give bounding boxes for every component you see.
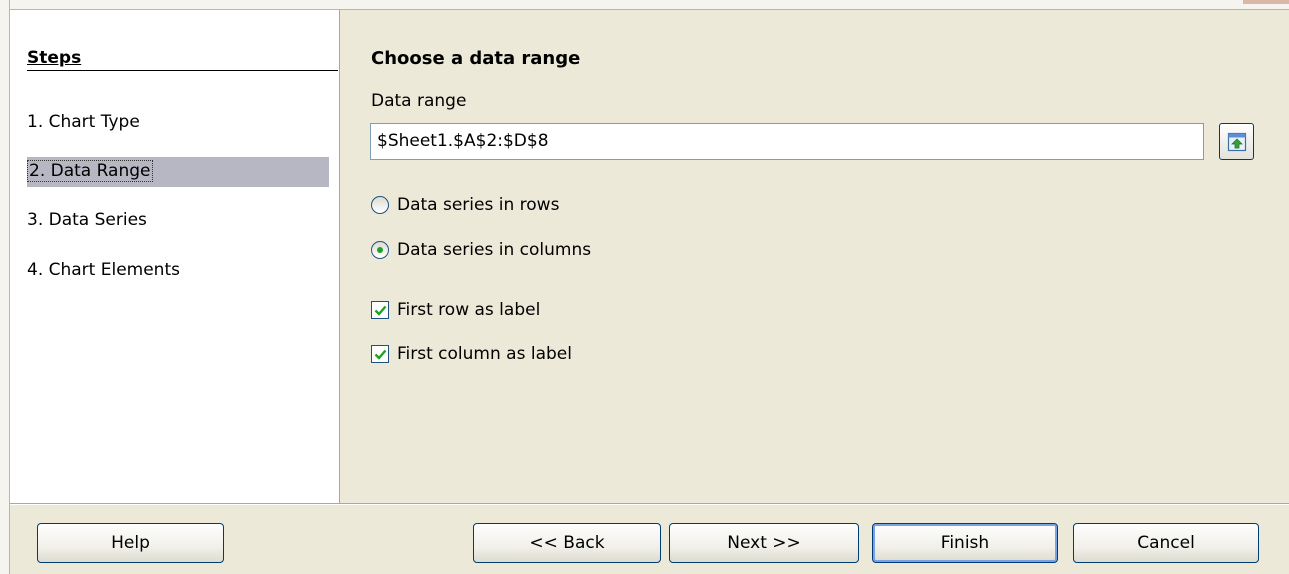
- step-chart-type[interactable]: 1. Chart Type: [27, 112, 140, 132]
- step-label: 3. Data Series: [27, 210, 147, 230]
- step-label: 1. Chart Type: [27, 112, 140, 132]
- first-column-label-option[interactable]: First column as label: [371, 344, 572, 364]
- next-button[interactable]: Next >>: [669, 523, 859, 563]
- step-label: 2. Data Range: [27, 160, 153, 182]
- finish-button[interactable]: Finish: [872, 523, 1058, 563]
- first-column-label: First column as label: [397, 344, 572, 364]
- data-range-panel: Choose a data range Data range $Sheet1.$…: [341, 10, 1289, 503]
- radio-rows[interactable]: [371, 196, 389, 214]
- chart-wizard-dialog: Steps 1. Chart Type 2. Data Range 3. Dat…: [0, 0, 1289, 574]
- first-column-checkbox[interactable]: [371, 345, 389, 363]
- radio-rows-label: Data series in rows: [397, 195, 560, 215]
- checkmark-icon: [374, 349, 386, 360]
- radio-rows-option[interactable]: Data series in rows: [371, 195, 559, 215]
- panel-heading: Choose a data range: [371, 48, 581, 69]
- window-top-edge: [10, 0, 1289, 10]
- first-row-checkbox[interactable]: [371, 301, 389, 319]
- select-range-button[interactable]: [1219, 123, 1254, 160]
- shrink-range-icon: [1227, 132, 1246, 151]
- button-separator: [10, 503, 1289, 505]
- data-range-label: Data range: [371, 91, 467, 111]
- back-button[interactable]: << Back: [473, 523, 661, 563]
- step-label: 4. Chart Elements: [27, 260, 180, 280]
- radio-columns-option[interactable]: Data series in columns: [371, 240, 591, 260]
- checkmark-icon: [374, 305, 386, 316]
- step-data-range[interactable]: 2. Data Range: [27, 157, 329, 187]
- radio-selected-dot: [377, 247, 383, 253]
- data-range-input[interactable]: $Sheet1.$A$2:$D$8: [370, 123, 1204, 160]
- radio-columns-label: Data series in columns: [397, 240, 592, 260]
- steps-sidebar: Steps 1. Chart Type 2. Data Range 3. Dat…: [10, 10, 340, 503]
- help-button[interactable]: Help: [37, 523, 224, 563]
- window-left-edge: [0, 0, 10, 574]
- first-row-label: First row as label: [397, 300, 541, 320]
- step-data-series[interactable]: 3. Data Series: [27, 210, 147, 230]
- radio-columns[interactable]: [371, 241, 389, 259]
- window-corner: [1243, 0, 1289, 4]
- step-chart-elements[interactable]: 4. Chart Elements: [27, 260, 180, 280]
- first-row-label-option[interactable]: First row as label: [371, 300, 540, 320]
- steps-title: Steps: [27, 48, 338, 71]
- cancel-button[interactable]: Cancel: [1073, 523, 1259, 563]
